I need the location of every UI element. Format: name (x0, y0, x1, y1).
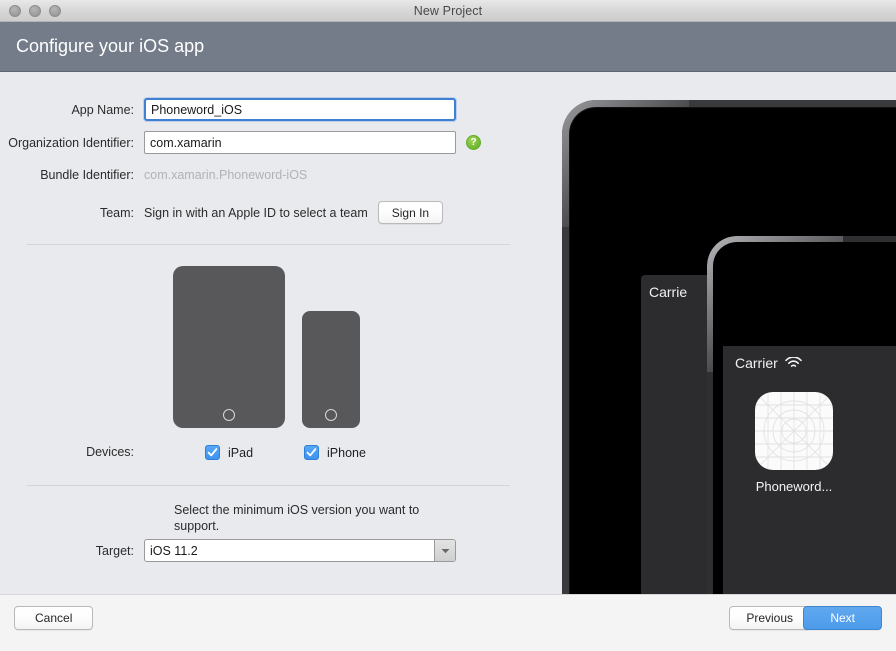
chevron-down-icon[interactable] (434, 540, 455, 561)
app-name-label: App Name: (0, 103, 144, 117)
organization-identifier-input[interactable]: com.xamarin (144, 131, 456, 154)
bundle-identifier-label: Bundle Identifier: (0, 168, 144, 182)
target-select-value: iOS 11.2 (145, 540, 434, 561)
ipad-carrier-label: Carrie (649, 284, 687, 300)
team-row: Team: Sign in with an Apple ID to select… (0, 201, 443, 224)
app-icon (755, 392, 833, 470)
new-project-window: New Project Configure your iOS app App N… (0, 0, 896, 651)
content-area: App Name: Phoneword_iOS Organization Ide… (0, 73, 896, 594)
target-select[interactable]: iOS 11.2 (144, 539, 456, 562)
ipad-checkbox[interactable] (205, 445, 220, 460)
iphone-checkbox-label: iPhone (327, 446, 366, 460)
help-icon[interactable]: ? (466, 135, 481, 150)
bundle-identifier-value: com.xamarin.Phoneword-iOS (144, 168, 307, 182)
previous-button[interactable]: Previous (729, 606, 810, 630)
wizard-header: Configure your iOS app (0, 22, 896, 72)
window-titlebar: New Project (0, 0, 896, 22)
target-row: Target: iOS 11.2 (0, 539, 456, 562)
divider-bottom (27, 485, 510, 486)
iphone-illustration (302, 311, 360, 428)
team-label: Team: (0, 206, 144, 220)
iphone-home-button-icon (325, 409, 337, 421)
iphone-checkbox[interactable] (304, 445, 319, 460)
organization-identifier-row: Organization Identifier: com.xamarin ? (0, 131, 481, 154)
ios-status-bar: Carrier (723, 346, 896, 371)
app-name-row: App Name: Phoneword_iOS (0, 98, 456, 121)
device-preview-panel: Carrie Carrier (562, 73, 896, 594)
app-icon-label: Phoneword... (756, 479, 833, 494)
target-help-text: Select the minimum iOS version you want … (174, 502, 424, 534)
divider-top (27, 244, 510, 245)
iphone-preview: Carrier (707, 236, 896, 594)
page-title: Configure your iOS app (16, 36, 204, 57)
target-label: Target: (0, 544, 144, 558)
iphone-carrier-label: Carrier (735, 355, 778, 371)
team-signin-text: Sign in with an Apple ID to select a tea… (144, 206, 368, 220)
device-option-iphone[interactable]: iPhone (304, 445, 366, 460)
window-title: New Project (0, 4, 896, 18)
devices-label: Devices: (0, 445, 144, 459)
bundle-identifier-row: Bundle Identifier: com.xamarin.Phoneword… (0, 168, 307, 182)
app-name-input[interactable]: Phoneword_iOS (144, 98, 456, 121)
sign-in-button[interactable]: Sign In (378, 201, 443, 224)
wizard-footer: Cancel Previous Next (0, 594, 896, 651)
devices-label-row: Devices: (0, 445, 144, 459)
ipad-illustration (173, 266, 285, 428)
iphone-screen: Carrier (723, 346, 896, 594)
checkmark-icon (207, 447, 218, 458)
organization-identifier-label: Organization Identifier: (0, 136, 144, 150)
ipad-checkbox-label: iPad (228, 446, 253, 460)
ipad-home-button-icon (223, 409, 235, 421)
app-icon-grid-icon (755, 392, 833, 470)
app-shortcut[interactable]: Phoneword... (755, 392, 833, 494)
wifi-icon (785, 357, 802, 369)
next-button[interactable]: Next (803, 606, 882, 630)
checkmark-icon (306, 447, 317, 458)
device-option-ipad[interactable]: iPad (205, 445, 253, 460)
cancel-button[interactable]: Cancel (14, 606, 93, 630)
configuration-form: App Name: Phoneword_iOS Organization Ide… (0, 73, 562, 594)
